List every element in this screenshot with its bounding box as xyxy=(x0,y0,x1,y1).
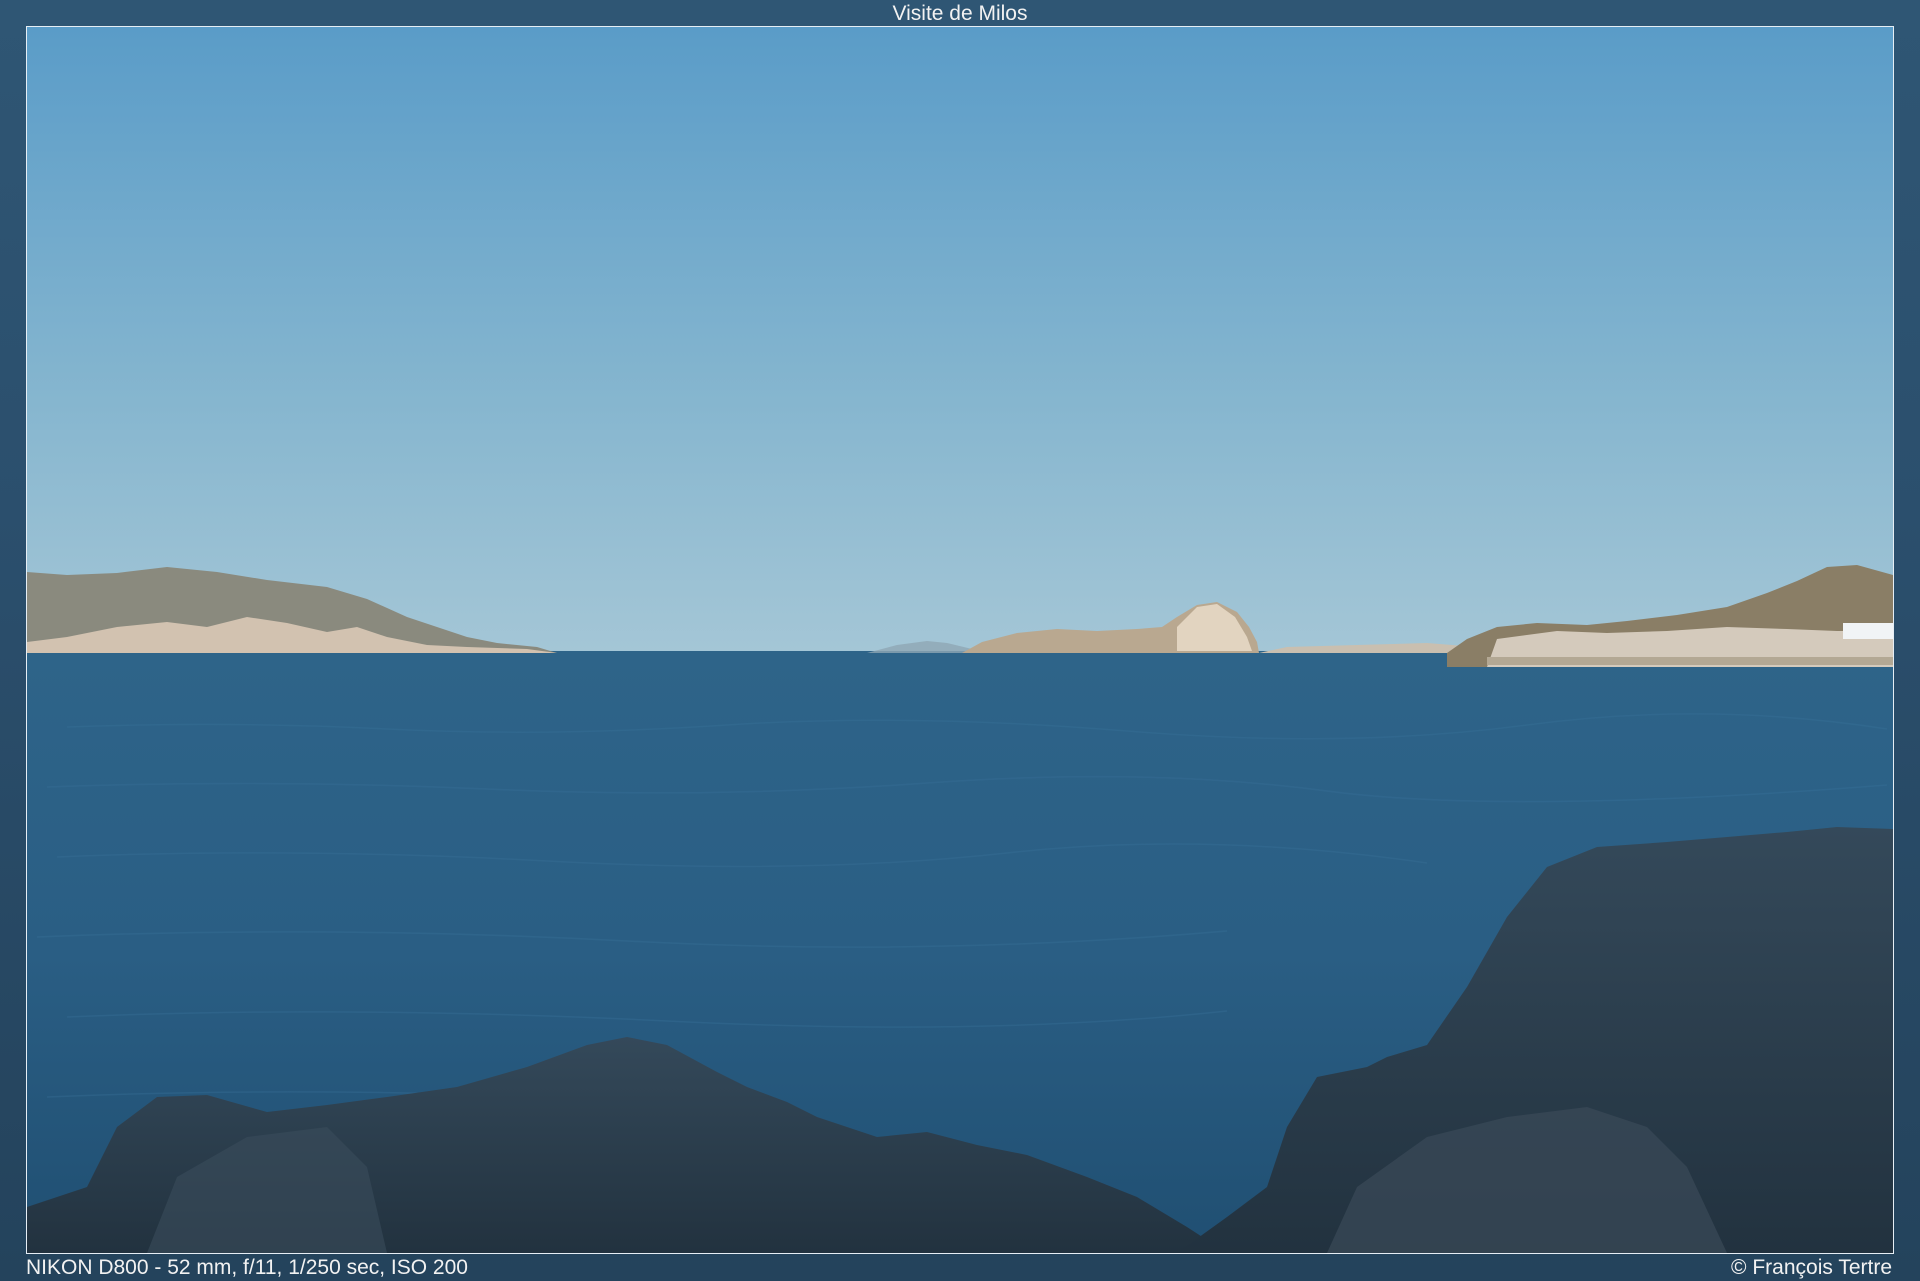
white-building xyxy=(1843,623,1893,639)
photo-milos-seascape xyxy=(27,27,1893,1253)
copyright-caption: © François Tertre xyxy=(1731,1256,1892,1279)
photo-frame xyxy=(26,26,1894,1254)
sky xyxy=(27,27,1893,652)
gallery-title: Visite de Milos xyxy=(892,2,1028,25)
exif-caption: NIKON D800 - 52 mm, f/11, 1/250 sec, ISO… xyxy=(26,1256,468,1279)
pier xyxy=(1487,657,1893,665)
